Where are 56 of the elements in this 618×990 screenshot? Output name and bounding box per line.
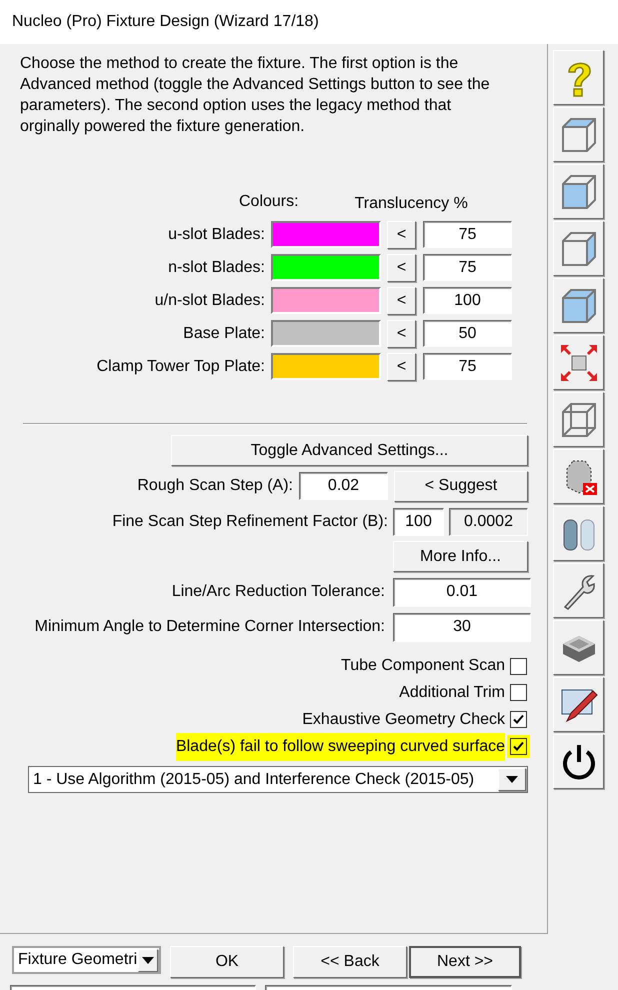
page-dropdown[interactable]: Fixture Geometri: [12, 946, 161, 974]
field-label: Line/Arc Reduction Tolerance:: [170, 582, 385, 602]
colour-swatch[interactable]: [271, 221, 381, 248]
more-info-button[interactable]: More Info...: [393, 541, 528, 572]
method-dropdown[interactable]: 1 - Use Algorithm (2015-05) and Interference Check (2015-05): [28, 766, 528, 793]
window-title: Nucleo (Pro) Fixture Design (Wizard 17/18): [0, 0, 618, 44]
colour-swatch[interactable]: [271, 353, 381, 380]
pick-button[interactable]: <: [387, 254, 416, 282]
colour-swatch[interactable]: [271, 287, 381, 314]
toolbar-button[interactable]: [553, 563, 604, 618]
translucency-field[interactable]: 100: [423, 287, 512, 314]
toolbar-button[interactable]: [553, 734, 604, 789]
column-heading: Translucency %: [354, 194, 468, 214]
checkbox[interactable]: [510, 738, 527, 755]
rough-scan-field[interactable]: 0.02: [299, 472, 388, 500]
pick-button[interactable]: <: [387, 352, 416, 380]
dialog-button[interactable]: OK: [170, 946, 284, 978]
fine-scan-result-field[interactable]: 0.0002: [449, 508, 528, 536]
column-heading: Colours:: [239, 192, 299, 212]
checkbox[interactable]: [510, 684, 527, 701]
dialog-button[interactable]: Next >>: [409, 946, 521, 978]
parameter-field[interactable]: 0.01: [393, 578, 531, 606]
pick-button[interactable]: <: [387, 320, 416, 348]
toolbar-button[interactable]: [553, 506, 604, 561]
dropdown-arrow-icon: [506, 776, 518, 783]
expand-arrows-icon: [558, 342, 598, 382]
field-label: Base Plate:: [182, 324, 265, 344]
checkbox-label: Tube Component Scan: [341, 656, 505, 676]
refinement-factor-field[interactable]: 100: [393, 508, 444, 536]
dropdown-arrow-icon: [142, 956, 154, 964]
suggest-button[interactable]: < Suggest: [394, 470, 528, 502]
translucency-field[interactable]: 75: [423, 353, 512, 380]
field-label: Clamp Tower Top Plate:: [96, 356, 265, 376]
field-label: Rough Scan Step (A):: [136, 476, 293, 496]
field-label: n-slot Blades:: [167, 258, 265, 278]
toolbar-button[interactable]: [553, 677, 604, 732]
checkbox-label: Exhaustive Geometry Check: [302, 710, 505, 730]
toggle-advanced-button[interactable]: Toggle Advanced Settings...: [171, 435, 528, 466]
translucency-field[interactable]: 75: [423, 254, 512, 281]
instructions-text: Choose the method to create the fixture. The first option is the Advanced method (toggle the Advanced Settings button to see the parameters). The second option uses the legacy method that orginally powered the fixture generation.: [19, 54, 491, 137]
colour-swatch[interactable]: [271, 254, 381, 281]
field-label: u/n-slot Blades:: [154, 290, 265, 310]
field-label: Minimum Angle to Determine Corner Intersection:: [34, 617, 385, 637]
checkbox-label: Blade(s) fail to follow sweeping curved surface: [176, 732, 505, 760]
pick-button[interactable]: <: [387, 220, 416, 248]
translucency-field[interactable]: 75: [423, 221, 512, 248]
field-label: Fine Scan Step Refinement Factor (B):: [111, 512, 388, 532]
checkbox[interactable]: [510, 711, 527, 728]
colour-swatch[interactable]: [271, 320, 381, 347]
dialog-button[interactable]: << Back: [293, 946, 407, 978]
pick-button[interactable]: <: [387, 286, 416, 314]
checkbox[interactable]: [510, 658, 527, 674]
parameter-field[interactable]: 30: [393, 612, 531, 642]
field-label: u-slot Blades:: [167, 224, 265, 244]
translucency-field[interactable]: 50: [423, 320, 512, 347]
checkbox-label: Additional Trim: [399, 682, 505, 702]
